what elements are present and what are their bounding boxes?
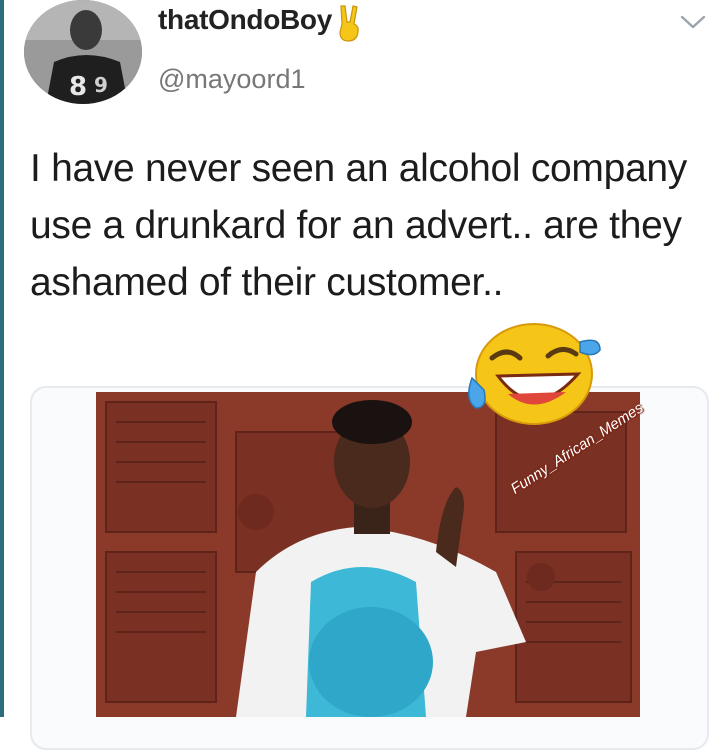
tweet-text: I have never seen an alcohol company use…	[30, 147, 687, 304]
left-edge-bar	[0, 0, 4, 717]
user-handle[interactable]: @mayoord1	[158, 64, 305, 95]
svg-text:9: 9	[94, 73, 108, 97]
svg-text:8: 8	[69, 72, 87, 102]
avatar[interactable]: 8 9	[24, 0, 142, 104]
face-with-tears-of-joy-icon	[462, 316, 602, 428]
chevron-down-icon[interactable]	[678, 12, 708, 32]
media-photo[interactable]	[96, 392, 640, 717]
victory-hand-icon	[336, 4, 362, 47]
display-name[interactable]: thatOndoBoy	[158, 4, 332, 36]
